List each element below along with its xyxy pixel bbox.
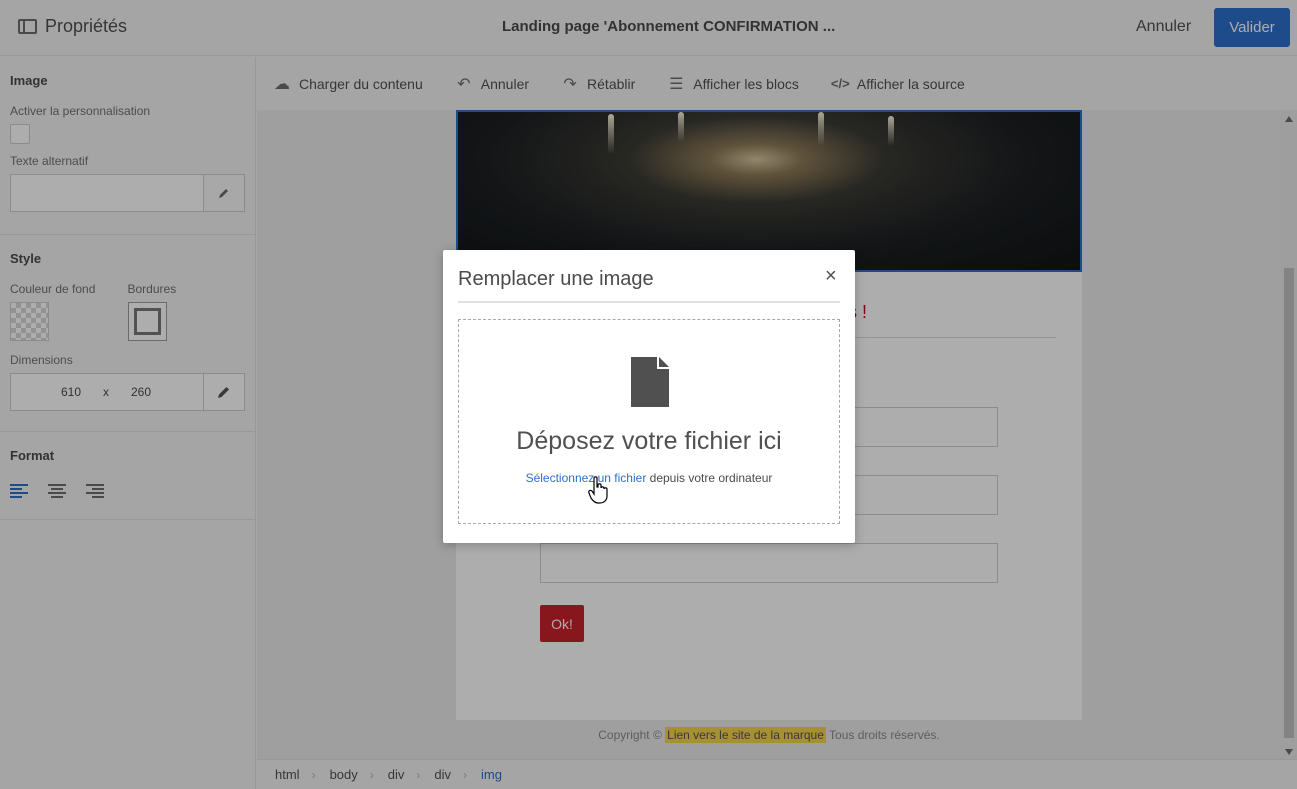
dialog-title: Remplacer une image xyxy=(458,268,654,290)
close-icon[interactable]: × xyxy=(825,266,837,286)
drop-file-subtitle: Sélectionnez un fichier depuis votre ord… xyxy=(459,471,839,485)
hand-cursor-icon xyxy=(588,476,608,504)
select-file-link[interactable]: Sélectionnez un fichier xyxy=(526,471,647,485)
file-icon xyxy=(631,357,669,407)
dialog-divider xyxy=(458,301,840,303)
replace-image-dialog: Remplacer une image × Déposez votre fich… xyxy=(443,250,855,543)
select-file-suffix: depuis votre ordinateur xyxy=(646,471,773,485)
file-dropzone[interactable]: Déposez votre fichier ici Sélectionnez u… xyxy=(458,319,840,524)
drop-file-title: Déposez votre fichier ici xyxy=(516,427,782,455)
